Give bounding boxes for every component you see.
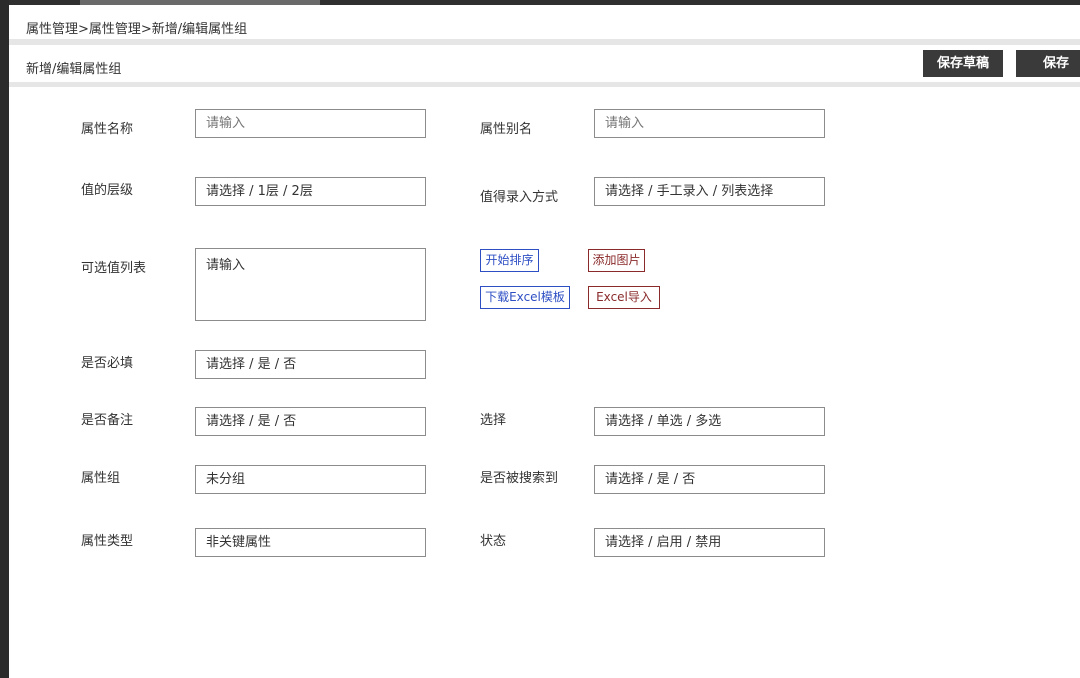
- divider: [9, 82, 1080, 87]
- remark-select[interactable]: 请选择 / 是 / 否: [195, 407, 426, 436]
- attr-group-select[interactable]: 未分组: [195, 465, 426, 494]
- excel-import-button[interactable]: Excel导入: [588, 286, 660, 309]
- status-select[interactable]: 请选择 / 启用 / 禁用: [594, 528, 825, 557]
- attr-alias-input[interactable]: [594, 109, 825, 138]
- value-level-select[interactable]: 请选择 / 1层 / 2层: [195, 177, 426, 206]
- value-level-label: 值的层级: [81, 183, 134, 198]
- searchable-label: 是否被搜索到: [480, 471, 559, 486]
- left-sidebar-rail: [0, 0, 9, 678]
- save-draft-button[interactable]: 保存草稿: [923, 50, 1003, 77]
- remark-label: 是否备注: [81, 413, 134, 428]
- add-image-button[interactable]: 添加图片: [588, 249, 645, 272]
- attr-group-label: 属性组: [81, 471, 121, 486]
- start-sort-button[interactable]: 开始排序: [480, 249, 539, 272]
- attr-type-label: 属性类型: [81, 534, 134, 549]
- entry-method-select[interactable]: 请选择 / 手工录入 / 列表选择: [594, 177, 825, 206]
- page-title: 新增/编辑属性组: [26, 62, 122, 77]
- option-list-textarea[interactable]: 请输入: [195, 248, 426, 321]
- required-label: 是否必填: [81, 356, 134, 371]
- breadcrumb: 属性管理>属性管理>新增/编辑属性组: [26, 22, 248, 37]
- selection-select[interactable]: 请选择 / 单选 / 多选: [594, 407, 825, 436]
- page-header: 新增/编辑属性组: [9, 45, 1080, 82]
- breadcrumb-bar: 属性管理>属性管理>新增/编辑属性组: [9, 5, 1080, 39]
- entry-method-label: 值得录入方式: [480, 190, 559, 205]
- attr-alias-label: 属性别名: [480, 122, 533, 137]
- searchable-select[interactable]: 请选择 / 是 / 否: [594, 465, 825, 494]
- selection-label: 选择: [480, 413, 507, 428]
- download-excel-template-button[interactable]: 下载Excel模板: [480, 286, 570, 309]
- attr-name-input[interactable]: [195, 109, 426, 138]
- save-button[interactable]: 保存: [1016, 50, 1080, 77]
- attr-name-label: 属性名称: [81, 122, 134, 137]
- option-list-label: 可选值列表: [81, 261, 147, 276]
- attr-type-select[interactable]: 非关键属性: [195, 528, 426, 557]
- status-label: 状态: [480, 534, 507, 549]
- required-select[interactable]: 请选择 / 是 / 否: [195, 350, 426, 379]
